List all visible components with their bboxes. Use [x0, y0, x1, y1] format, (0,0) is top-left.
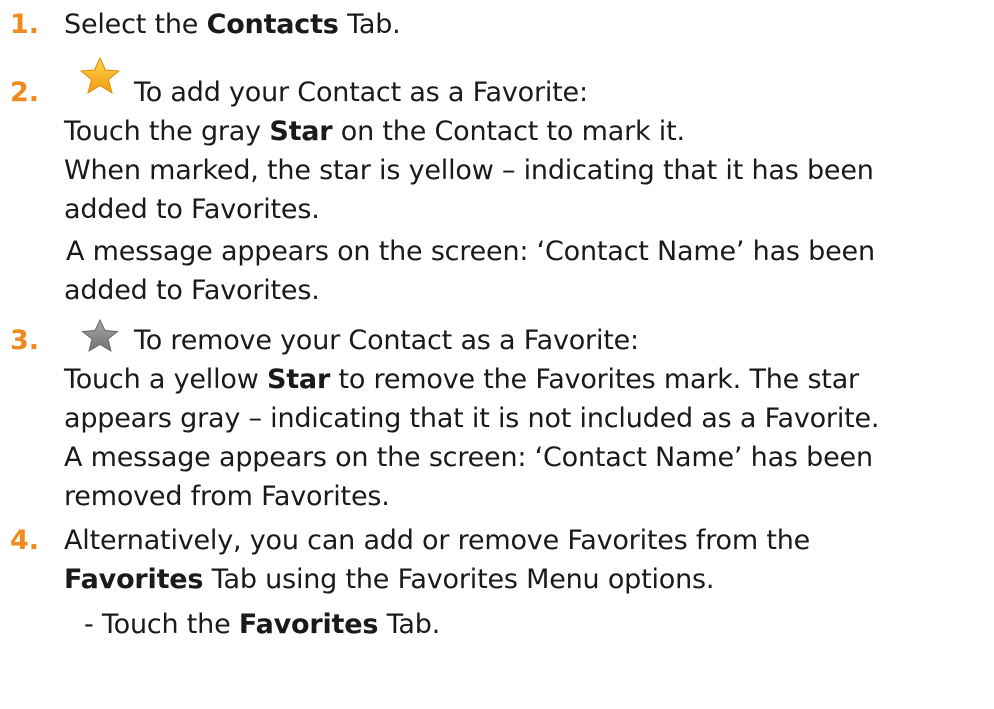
- step-number: 3.: [10, 325, 40, 356]
- step-text-line: added to Favorites.: [64, 191, 320, 229]
- step-text-line: A message appears on the screen: ‘Contac…: [64, 439, 873, 477]
- text-run: A message appears on the screen: ‘Contac…: [64, 442, 873, 473]
- text-run: added to Favorites.: [64, 194, 320, 225]
- step-text-line: appears gray – indicating that it is not…: [64, 400, 880, 438]
- gray-star-icon: [80, 318, 120, 352]
- step-text-line: Touch the gray Star on the Contact to ma…: [64, 113, 685, 151]
- step-text-line: Favorites Tab using the Favorites Menu o…: [64, 561, 714, 599]
- text-run: Tab.: [378, 609, 441, 640]
- bold-text-run: Star: [269, 116, 333, 147]
- text-run: When marked, the star is yellow – indica…: [64, 155, 874, 186]
- step-text-line: added to Favorites.: [64, 272, 320, 310]
- text-run: Alternatively, you can add or remove Fav…: [64, 525, 811, 556]
- text-run: A message appears on the screen: ‘Contac…: [66, 236, 875, 267]
- text-run: Touch a yellow: [64, 364, 267, 395]
- text-run: on the Contact to mark it.: [332, 116, 685, 147]
- step-text-line: Alternatively, you can add or remove Fav…: [64, 522, 810, 560]
- text-run: removed from Favorites.: [64, 481, 390, 512]
- bold-text-run: Favorites: [64, 564, 204, 595]
- text-run: appears gray – indicating that it is not…: [64, 403, 880, 434]
- text-run: To remove your Contact as a Favorite:: [134, 325, 639, 356]
- instruction-document: 1. Select the Contacts Tab. 2. To add yo…: [0, 0, 994, 709]
- bold-text-run: Contacts: [206, 9, 339, 40]
- text-run: Select the: [64, 9, 207, 40]
- step-number: 1.: [10, 9, 40, 40]
- text-run: - Touch the: [84, 609, 239, 640]
- step-number: 2.: [10, 77, 40, 108]
- bold-text-run: Favorites: [238, 609, 379, 640]
- bold-text-run: Star: [266, 364, 331, 395]
- step-text-line: When marked, the star is yellow – indica…: [64, 152, 874, 190]
- step-text-line: - Touch the Favorites Tab.: [84, 606, 440, 644]
- step-text-line: A message appears on the screen: ‘Contac…: [66, 233, 875, 271]
- text-run: To add your Contact as a Favorite:: [134, 77, 588, 108]
- text-run: Touch the gray: [64, 116, 270, 147]
- step-text-line: To add your Contact as a Favorite:: [134, 74, 588, 112]
- text-run: Tab.: [338, 9, 401, 40]
- step-number: 4.: [10, 525, 40, 556]
- step-text-line: removed from Favorites.: [64, 478, 390, 516]
- step-text-line: Select the Contacts Tab.: [64, 6, 401, 44]
- text-run: Tab using the Favorites Menu options.: [203, 564, 715, 595]
- step-text-line: To remove your Contact as a Favorite:: [134, 322, 639, 360]
- text-run: added to Favorites.: [64, 275, 320, 306]
- yellow-star-icon: [78, 56, 122, 94]
- step-text-line: Touch a yellow Star to remove the Favori…: [64, 361, 859, 399]
- text-run: to remove the Favorites mark. The star: [330, 364, 859, 395]
